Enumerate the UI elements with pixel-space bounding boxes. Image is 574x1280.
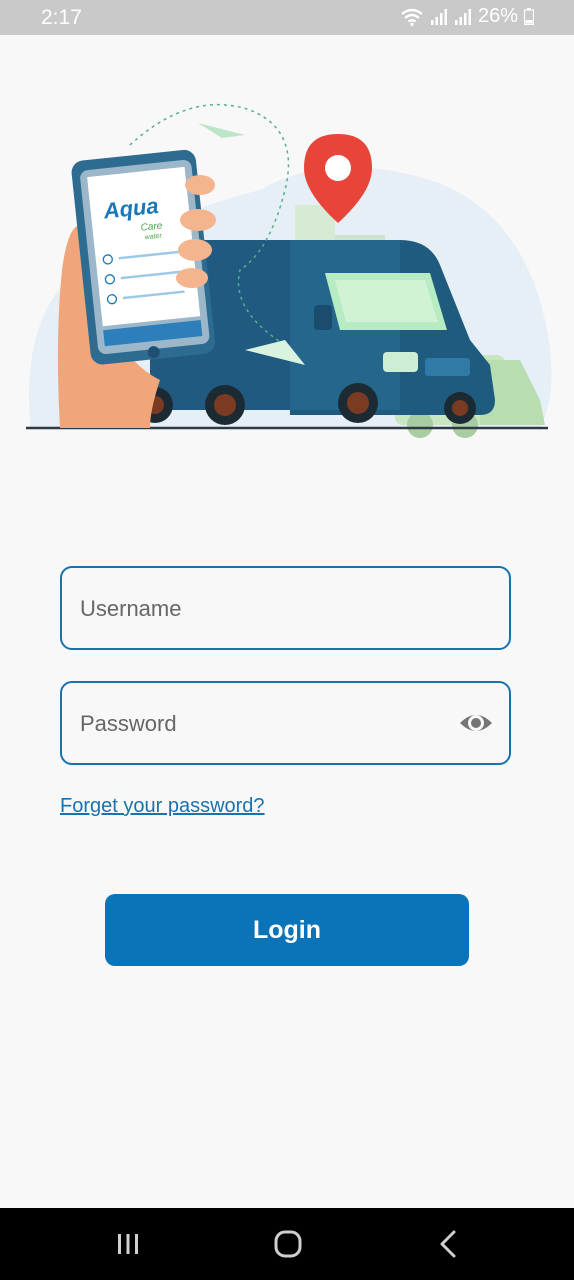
signal-icon (454, 8, 471, 25)
navigation-bar (0, 1208, 574, 1280)
username-input[interactable] (78, 568, 452, 650)
forgot-password-link[interactable]: Forget your password? (60, 795, 265, 818)
back-icon[interactable] (430, 1226, 470, 1262)
home-icon[interactable] (268, 1226, 308, 1262)
password-input[interactable] (78, 683, 452, 765)
login-button[interactable]: Login (105, 894, 469, 966)
battery-icon (524, 8, 534, 25)
recents-icon[interactable] (108, 1226, 148, 1262)
status-time: 2:17 (41, 6, 82, 29)
signal-icon (430, 8, 447, 25)
app-brand-sub: Care (140, 221, 163, 234)
password-field[interactable] (60, 681, 511, 765)
status-icons: 26% (400, 5, 534, 28)
wifi-icon (401, 8, 423, 26)
username-field[interactable] (60, 566, 511, 650)
battery-level: 26% (477, 5, 518, 27)
eye-icon[interactable] (459, 709, 493, 737)
status-bar: 2:17 26% (0, 0, 574, 35)
delivery-illustration: Aqua Care water (26, 103, 552, 438)
